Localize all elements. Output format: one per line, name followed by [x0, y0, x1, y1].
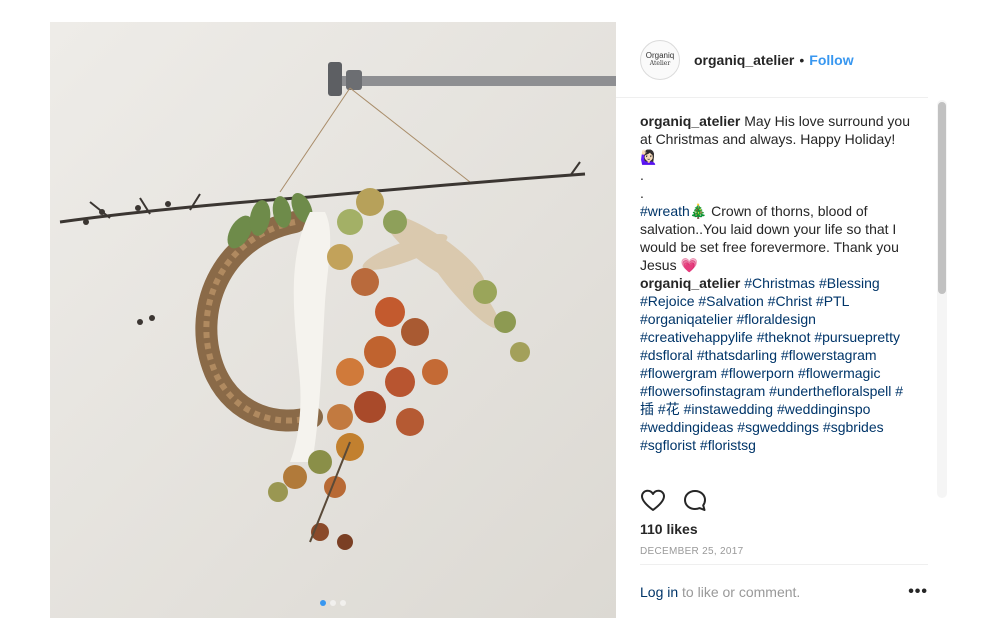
login-prompt-text: to like or comment.: [678, 583, 801, 600]
post-date[interactable]: December 25, 2017: [640, 546, 743, 557]
caption-dot-1: .: [640, 167, 644, 183]
hashtag-link[interactable]: #wreath: [640, 203, 690, 219]
login-prompt: Log in to like or comment.: [640, 584, 800, 600]
post-image[interactable]: [50, 22, 616, 618]
carousel-dot-2: [330, 600, 336, 606]
avatar-logo-text-2: Atelier: [649, 60, 671, 67]
heart-outline-icon[interactable]: [640, 488, 666, 514]
avatar[interactable]: Organiq Atelier: [640, 39, 680, 80]
hashtag-link[interactable]: #Christmas: [744, 275, 815, 291]
hashtag-link[interactable]: #thatsdarling: [697, 347, 777, 363]
likes-count[interactable]: 110 likes: [640, 521, 698, 537]
hashtag-link[interactable]: #weddingideas: [640, 419, 733, 435]
hashtag-link[interactable]: #pursuepretty: [814, 329, 900, 345]
hashtag-link[interactable]: #Blessing: [819, 275, 880, 291]
more-options-button[interactable]: •••: [908, 583, 928, 601]
hashtag-link[interactable]: #floristsg: [700, 437, 756, 453]
caption-dot-2: .: [640, 185, 644, 201]
hashtag-link[interactable]: #weddinginspo: [777, 401, 870, 417]
hashtag-link[interactable]: #花: [658, 401, 680, 417]
wreath-photo: [50, 22, 616, 618]
hashtag-link[interactable]: #creativehappylife: [640, 329, 753, 345]
hashtag-link[interactable]: #Salvation: [698, 293, 763, 309]
hashtag-link[interactable]: #flowerporn: [721, 365, 794, 381]
comments-area[interactable]: organiq_atelier May His love surround yo…: [640, 112, 914, 502]
carousel-dot-3: [340, 600, 346, 606]
hashtag-link[interactable]: #dsfloral: [640, 347, 693, 363]
caption-username-link[interactable]: organiq_atelier: [640, 113, 740, 129]
hashtag-link[interactable]: #Christ: [768, 293, 812, 309]
hashtag-link[interactable]: #flowerstagram: [781, 347, 877, 363]
hashtag-link[interactable]: #sgbrides: [823, 419, 884, 435]
hashtag-link[interactable]: #PTL: [816, 293, 849, 309]
carousel-indicator: [50, 600, 616, 606]
heart-emoji: 💗: [680, 257, 698, 273]
post-side-panel: Organiq Atelier organiq_atelier • Follow…: [616, 22, 951, 618]
hashtag-link[interactable]: #floraldesign: [737, 311, 816, 327]
hashtag-link[interactable]: #theknot: [757, 329, 811, 345]
hashtag-link[interactable]: #flowergram: [640, 365, 717, 381]
hashtag-link[interactable]: #organiqatelier: [640, 311, 733, 327]
comment-footer: Log in to like or comment. •••: [640, 564, 928, 618]
hashtag-link[interactable]: #underthefloralspell: [769, 383, 891, 399]
follow-button[interactable]: Follow: [809, 52, 853, 68]
comments-scrollbar[interactable]: [937, 100, 947, 498]
post-header: Organiq Atelier organiq_atelier • Follow: [616, 22, 928, 98]
header-separator: •: [799, 51, 805, 68]
scrollbar-thumb[interactable]: [938, 102, 946, 294]
hashtag-link[interactable]: #sgflorist: [640, 437, 696, 453]
caption: organiq_atelier May His love surround yo…: [640, 112, 914, 274]
speech-bubble-icon[interactable]: [682, 488, 708, 514]
comment: organiq_atelier #Christmas #Blessing #Re…: [640, 274, 914, 454]
avatar-logo-text-1: Organiq: [645, 51, 675, 60]
post-actions: [640, 488, 708, 514]
hashtag-link[interactable]: #instawedding: [684, 401, 774, 417]
carousel-dot-1: [320, 600, 326, 606]
hashtag-link[interactable]: #flowersofinstagram: [640, 383, 765, 399]
hashtag-link[interactable]: #sgweddings: [737, 419, 819, 435]
hashtag-link[interactable]: #flowermagic: [798, 365, 880, 381]
hashtag-link[interactable]: #Rejoice: [640, 293, 694, 309]
header-username-link[interactable]: organiq_atelier: [694, 52, 794, 68]
comment-hashtags: #Christmas #Blessing #Rejoice #Salvation…: [640, 275, 903, 453]
login-link[interactable]: Log in: [640, 584, 678, 600]
tree-emoji: 🎄: [689, 203, 708, 219]
comment-username-link[interactable]: organiq_atelier: [640, 275, 740, 291]
